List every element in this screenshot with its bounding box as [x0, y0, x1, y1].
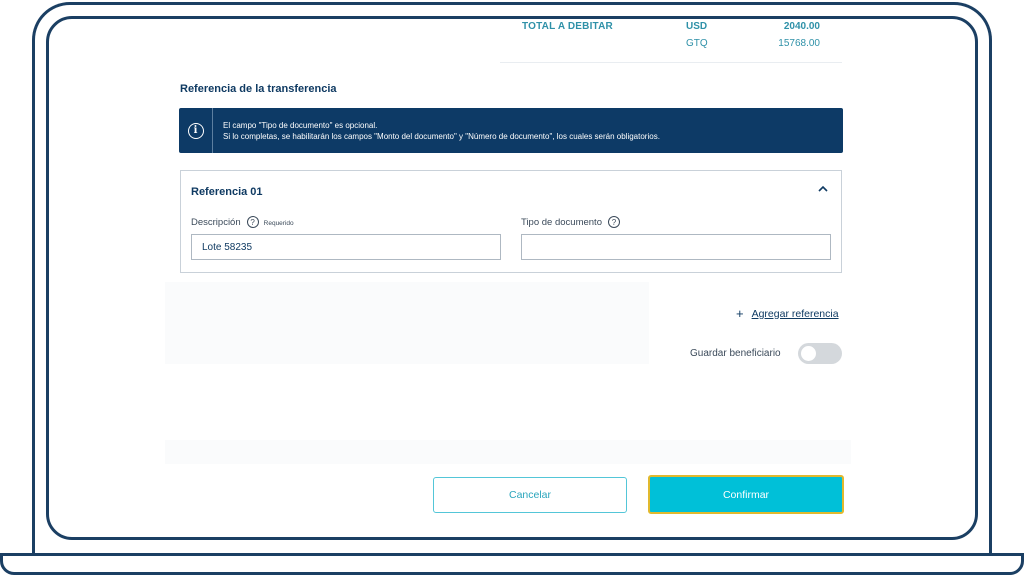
info-icon: i	[187, 122, 204, 139]
info-banner: i El campo "Tipo de documento" es opcion…	[179, 108, 843, 153]
help-icon[interactable]: ?	[246, 216, 259, 228]
cancel-button[interactable]: Cancelar	[433, 477, 627, 513]
chevron-up-icon-svg	[818, 185, 828, 192]
save-beneficiary-label: Guardar beneficiario	[690, 348, 781, 359]
info-banner-line1: El campo "Tipo de documento" es opcional…	[223, 121, 378, 130]
background-panel	[165, 282, 649, 364]
chevron-up-icon[interactable]	[815, 183, 831, 199]
doc-type-label: Tipo de documento	[521, 216, 602, 228]
section-title: Referencia de la transferencia	[180, 83, 337, 95]
info-banner-text: El campo "Tipo de documento" es opcional…	[213, 108, 660, 153]
confirm-button[interactable]: Confirmar	[648, 475, 844, 514]
summary-divider	[500, 62, 842, 63]
save-beneficiary-toggle[interactable]	[798, 343, 842, 364]
info-banner-line2: Si lo completas, se habilitarán los camp…	[223, 132, 660, 141]
description-input[interactable]: Lote 58235	[191, 234, 501, 260]
plus-icon: +	[736, 306, 744, 321]
description-label-row: Descripción ? Requerido	[191, 216, 294, 228]
add-reference-label: Agregar referencia	[751, 307, 839, 320]
required-tag: Requerido	[263, 220, 294, 227]
background-strip	[165, 440, 851, 464]
description-label: Descripción	[191, 216, 241, 228]
help-icon[interactable]: ?	[607, 216, 620, 228]
laptop-base	[0, 553, 1024, 575]
currency-gtq: GTQ	[686, 38, 708, 49]
reference-title: Referencia 01	[191, 186, 263, 198]
total-debit-label: TOTAL A DEBITAR	[522, 21, 613, 32]
amount-usd: 2040.00	[783, 21, 820, 32]
info-icon-container: i	[179, 108, 213, 153]
toggle-knob	[801, 346, 816, 361]
doc-type-input[interactable]	[521, 234, 831, 260]
add-reference-link[interactable]: + Agregar referencia	[736, 306, 839, 321]
doc-type-label-row: Tipo de documento ?	[521, 216, 620, 228]
currency-usd: USD	[686, 21, 708, 32]
amount-gtq: 15768.00	[778, 38, 820, 49]
